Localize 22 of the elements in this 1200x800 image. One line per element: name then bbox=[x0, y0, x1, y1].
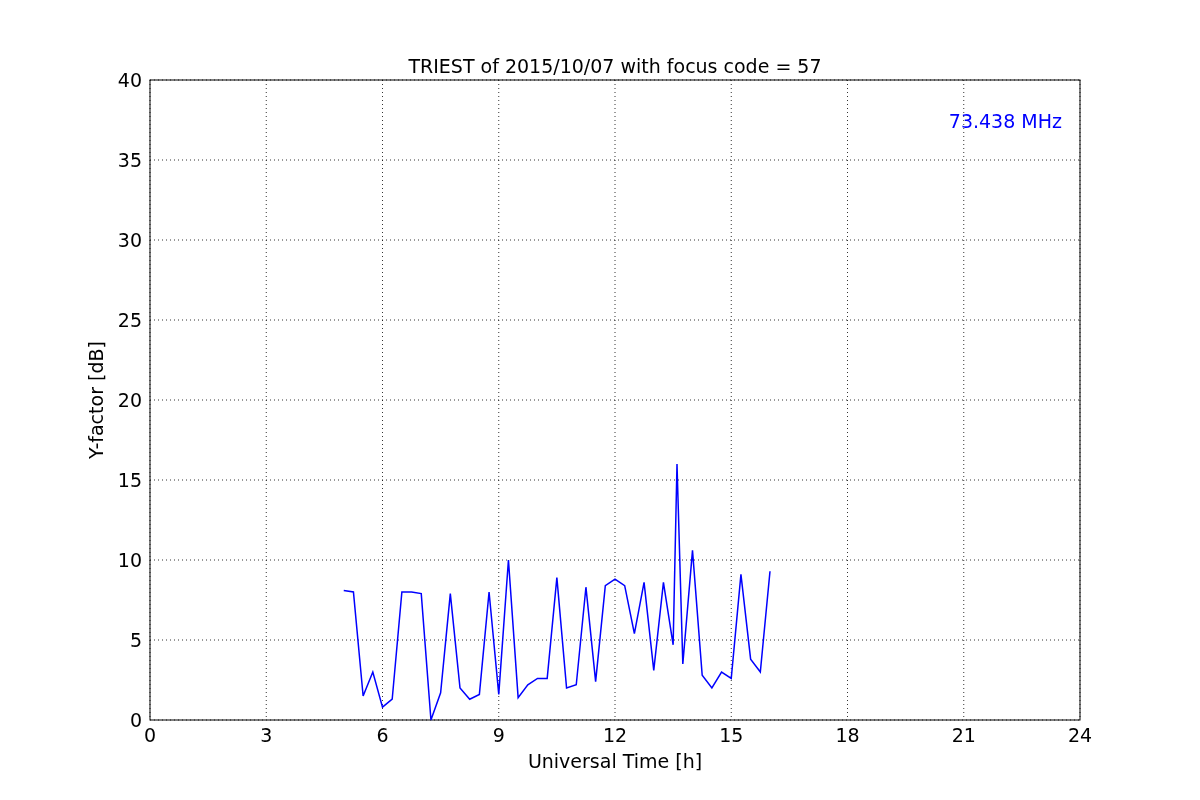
frequency-label: 73.438 MHz bbox=[948, 110, 1062, 132]
tick-label: 6 bbox=[376, 724, 389, 746]
tick-label: 24 bbox=[1067, 724, 1093, 746]
tick-label: 25 bbox=[117, 309, 142, 331]
chart-title: TRIEST of 2015/10/07 with focus code = 57 bbox=[408, 55, 822, 77]
x-axis-label: Universal Time [h] bbox=[527, 750, 703, 772]
tick-label: 30 bbox=[117, 229, 142, 251]
tick-label: 18 bbox=[835, 724, 860, 746]
tick-label: 5 bbox=[129, 629, 142, 651]
tick-label: 15 bbox=[719, 724, 744, 746]
tick-label: 40 bbox=[117, 69, 142, 91]
tick-label: 21 bbox=[951, 724, 976, 746]
tick-label: 20 bbox=[117, 389, 142, 411]
tick-label: 35 bbox=[117, 149, 142, 171]
tick-label: 0 bbox=[129, 709, 142, 731]
tick-label: 12 bbox=[602, 724, 628, 746]
y-axis-label: Y-factor [dB] bbox=[85, 341, 107, 459]
tick-label: 9 bbox=[492, 724, 505, 746]
tick-label: 0 bbox=[143, 724, 157, 746]
tick-label: 3 bbox=[260, 724, 273, 746]
tick-label: 15 bbox=[117, 469, 142, 491]
tick-label: 10 bbox=[117, 549, 142, 571]
